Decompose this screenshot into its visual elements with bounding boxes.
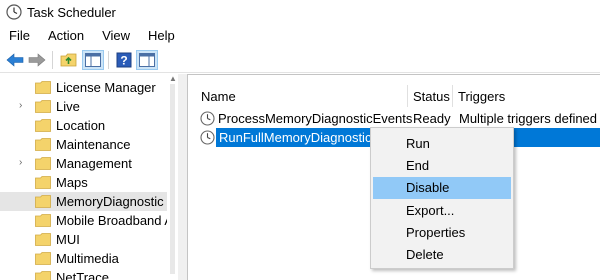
folder-icon <box>35 233 51 246</box>
folder-icon <box>35 138 51 151</box>
folder-icon <box>35 81 51 94</box>
folder-icon <box>35 100 51 113</box>
tree-item-multimedia[interactable]: Multimedia <box>0 249 178 268</box>
back-arrow-icon <box>6 53 24 67</box>
help-icon: ? <box>116 52 132 68</box>
menu-item-delete[interactable]: Delete <box>373 244 511 266</box>
tree-item-label: Location <box>56 118 106 133</box>
svg-text:?: ? <box>120 54 127 68</box>
menu-item-end[interactable]: End <box>373 155 511 177</box>
toolbar-separator <box>108 51 109 69</box>
task-clock-icon <box>200 111 215 126</box>
up-one-level-button[interactable] <box>58 50 80 70</box>
folder-icon <box>35 214 51 227</box>
folder-icon <box>35 195 51 208</box>
folder-icon <box>35 176 51 189</box>
task-clock-icon <box>200 130 215 145</box>
window-title: Task Scheduler <box>27 5 116 20</box>
pane-splitter[interactable] <box>178 74 187 280</box>
show-hide-action-pane-button[interactable] <box>136 50 158 70</box>
toolbar-separator <box>52 51 53 69</box>
expand-chevron-icon[interactable]: › <box>19 157 27 168</box>
menu-help[interactable]: Help <box>139 26 184 46</box>
toolbar: ? <box>0 47 600 73</box>
tree-item-nettrace[interactable]: NetTrace <box>0 268 178 280</box>
tree-item-memorydiagnostic[interactable]: MemoryDiagnostic <box>0 192 178 211</box>
menu-item-disable[interactable]: Disable <box>373 177 511 199</box>
column-header-status[interactable]: Status <box>408 85 453 107</box>
menu-item-run[interactable]: Run <box>373 133 511 155</box>
task-triggers: Multiple triggers defined <box>459 111 598 126</box>
forward-button[interactable] <box>26 50 48 70</box>
tree-item-mui[interactable]: MUI <box>0 230 178 249</box>
tree-item-mobile-broadband[interactable]: Mobile Broadband A <box>0 211 178 230</box>
expand-chevron-icon[interactable]: › <box>19 100 27 111</box>
back-button[interactable] <box>4 50 26 70</box>
tree-item-label: Management <box>56 156 132 171</box>
tree-item-label: Multimedia <box>56 251 119 266</box>
context-menu: Run End Disable Export... Properties Del… <box>370 127 514 269</box>
menu-item-properties[interactable]: Properties <box>373 222 511 244</box>
tree-item-label: NetTrace <box>56 270 109 280</box>
menu-view[interactable]: View <box>93 26 139 46</box>
menu-file[interactable]: File <box>0 26 39 46</box>
tree-item-maintenance[interactable]: Maintenance <box>0 135 178 154</box>
title-bar: Task Scheduler <box>0 0 600 24</box>
folder-up-icon <box>60 53 77 67</box>
console-tree: License Manager › Live Location Maintena… <box>0 74 178 280</box>
menu-action[interactable]: Action <box>39 26 93 46</box>
show-hide-console-tree-button[interactable] <box>82 50 104 70</box>
task-scheduler-clock-icon <box>6 4 22 20</box>
folder-icon <box>35 157 51 170</box>
tree-item-label: Live <box>56 99 80 114</box>
tree-item-label: MUI <box>56 232 80 247</box>
tree-item-label: Mobile Broadband A <box>56 213 174 228</box>
tree-item-label: License Manager <box>56 80 156 95</box>
tree-item-label: Maintenance <box>56 137 131 152</box>
column-header-name[interactable]: Name <box>196 85 408 107</box>
menu-item-export[interactable]: Export... <box>373 200 511 222</box>
menu-bar: File Action View Help <box>0 26 600 46</box>
show-hide-action-pane-icon <box>139 53 155 67</box>
tree-item-label: Maps <box>56 175 88 190</box>
tree-vertical-scrollbar[interactable]: ▲ <box>167 74 178 280</box>
column-header-triggers[interactable]: Triggers <box>453 85 600 107</box>
tree-item-management[interactable]: › Management <box>0 154 178 173</box>
forward-arrow-icon <box>28 53 46 67</box>
table-row[interactable]: ProcessMemoryDiagnosticEvents Ready Mult… <box>188 109 600 128</box>
scroll-up-arrow-icon[interactable]: ▲ <box>169 74 177 83</box>
column-headers: Name Status Triggers <box>188 85 600 107</box>
tree-item-label: MemoryDiagnostic <box>56 194 164 209</box>
task-name: RunFullMemoryDiagnostic <box>219 130 372 145</box>
tree-item-location[interactable]: Location <box>0 116 178 135</box>
folder-icon <box>35 252 51 265</box>
folder-icon <box>35 271 51 280</box>
tree-item-live[interactable]: › Live <box>0 97 178 116</box>
task-status: Ready <box>413 111 451 126</box>
task-name: ProcessMemoryDiagnosticEvents <box>218 111 413 126</box>
tree-item-license-manager[interactable]: License Manager <box>0 78 178 97</box>
help-button[interactable]: ? <box>113 50 135 70</box>
show-hide-console-tree-icon <box>85 53 101 67</box>
tree-item-maps[interactable]: Maps <box>0 173 178 192</box>
scrollbar-thumb[interactable] <box>170 84 175 274</box>
folder-icon <box>35 119 51 132</box>
